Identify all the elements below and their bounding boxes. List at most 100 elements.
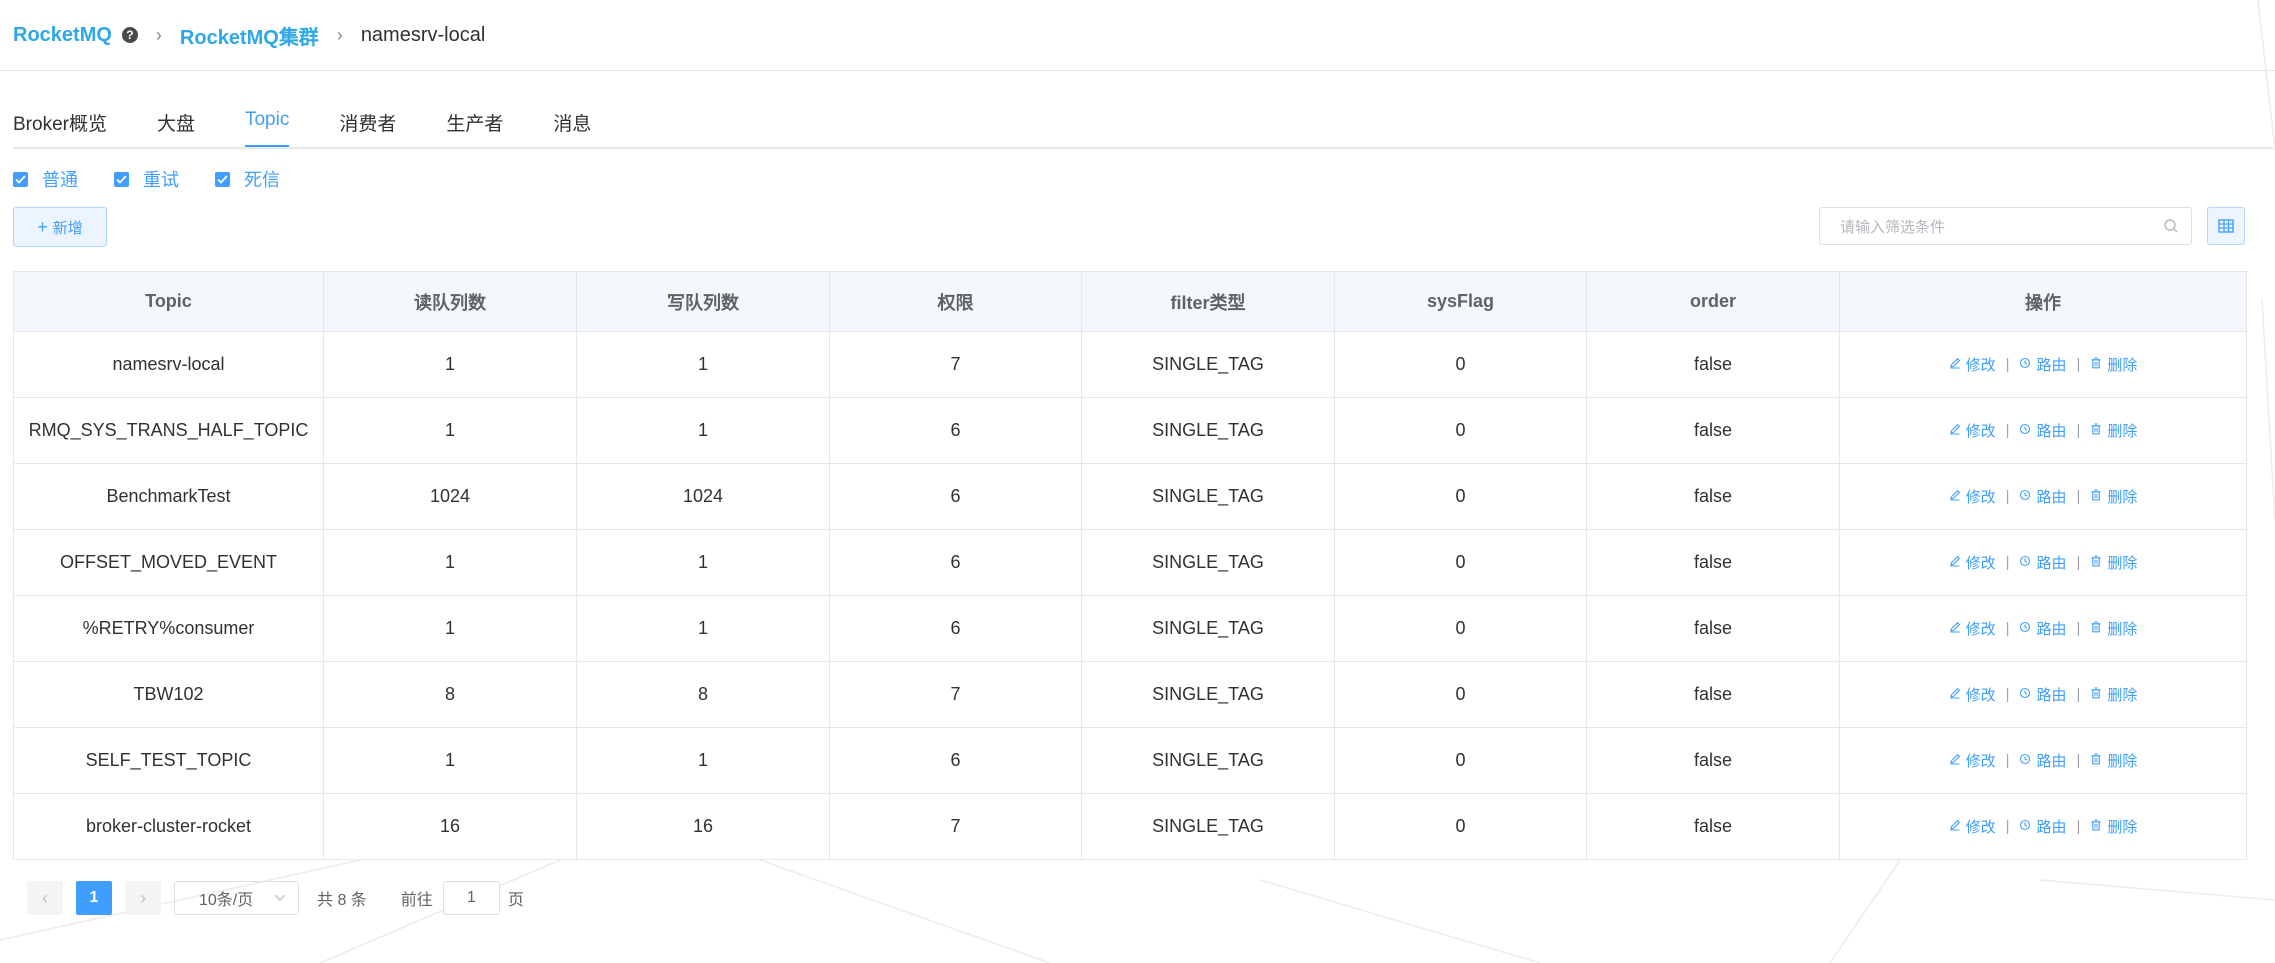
route-topic-button[interactable]: 路由 (2019, 486, 2067, 507)
cell-topic: broker-cluster-rocket (13, 793, 324, 860)
route-topic-button[interactable]: 路由 (2019, 816, 2067, 837)
cell-filter-type: SINGLE_TAG (1081, 661, 1335, 728)
filter-retry-checkbox[interactable]: 重试 (114, 166, 179, 192)
delete-icon (2090, 554, 2107, 571)
table-row: RMQ_SYS_TRANS_HALF_TOPIC 1 1 6 SINGLE_TAG 0 fa… (13, 397, 2247, 464)
delete-icon (2090, 752, 2107, 769)
column-header-read-queues[interactable]: 读队列数 (323, 271, 577, 332)
cell-actions: 修改 | 路由 | 删除 (1839, 331, 2247, 398)
search-input[interactable] (1838, 208, 2162, 246)
route-topic-button[interactable]: 路由 (2019, 354, 2067, 375)
help-icon[interactable]: ? (121, 27, 138, 43)
route-topic-button[interactable]: 路由 (2019, 420, 2067, 441)
edit-topic-button[interactable]: 修改 (1949, 486, 1996, 507)
table-row: BenchmarkTest 1024 1024 6 SINGLE_TAG 0 false 修改… (13, 463, 2247, 530)
column-header-sysflag[interactable]: sysFlag (1334, 271, 1587, 332)
cell-write-queues: 1 (576, 331, 830, 398)
delete-topic-button[interactable]: 删除 (2090, 816, 2137, 837)
action-divider: | (2076, 488, 2081, 505)
edit-topic-button[interactable]: 修改 (1949, 750, 1996, 771)
cell-sysflag: 0 (1334, 661, 1587, 728)
tab-consumer[interactable]: 消费者 (339, 101, 396, 145)
cell-topic: RMQ_SYS_TRANS_HALF_TOPIC (13, 397, 324, 464)
next-page-button[interactable]: › (125, 881, 161, 915)
breadcrumb: RocketMQ ? › RocketMQ集群 › namesrv-local (0, 0, 2275, 71)
add-topic-button[interactable]: + 新增 (13, 207, 107, 247)
edit-icon (1949, 554, 1966, 571)
cell-sysflag: 0 (1334, 793, 1587, 860)
delete-topic-button[interactable]: 删除 (2090, 750, 2137, 771)
edit-topic-button[interactable]: 修改 (1949, 618, 1996, 639)
edit-topic-button[interactable]: 修改 (1949, 816, 1996, 837)
breadcrumb-current: namesrv-local (360, 23, 486, 46)
page-number-button[interactable]: 1 (76, 881, 112, 915)
cell-filter-type: SINGLE_TAG (1081, 397, 1335, 464)
edit-label: 修改 (1965, 819, 1996, 836)
table-row: SELF_TEST_TOPIC 1 1 6 SINGLE_TAG 0 false 修改 | 路由 |… (13, 727, 2247, 794)
tab-topic[interactable]: Topic (244, 101, 290, 147)
breadcrumb-cluster[interactable]: RocketMQ集群 (180, 21, 319, 50)
cell-perm: 6 (829, 727, 1082, 794)
filter-normal-checkbox[interactable]: 普通 (13, 166, 78, 192)
add-topic-label: 新增 (52, 219, 83, 237)
tab-message[interactable]: 消息 (553, 101, 591, 145)
edit-topic-button[interactable]: 修改 (1949, 420, 1996, 441)
edit-topic-button[interactable]: 修改 (1949, 552, 1996, 573)
action-divider: | (2076, 356, 2081, 373)
action-divider: | (2076, 686, 2081, 703)
column-header-filter-type[interactable]: filter类型 (1081, 271, 1335, 332)
table-view-button[interactable] (2207, 207, 2245, 245)
delete-topic-button[interactable]: 删除 (2090, 354, 2137, 375)
cell-order: false (1586, 793, 1840, 860)
delete-topic-button[interactable]: 删除 (2090, 684, 2137, 705)
edit-icon (1949, 488, 1966, 505)
edit-topic-button[interactable]: 修改 (1949, 684, 1996, 705)
cell-perm: 6 (829, 595, 1082, 662)
filter-retry-label: 重试 (143, 170, 179, 190)
tab-broker-overview[interactable]: Broker概览 (13, 101, 107, 145)
delete-topic-button[interactable]: 删除 (2090, 552, 2137, 573)
cell-sysflag: 0 (1334, 727, 1587, 794)
breadcrumb-root[interactable]: RocketMQ (13, 24, 112, 47)
chevron-right-icon: › (336, 24, 343, 45)
delete-topic-button[interactable]: 删除 (2090, 618, 2137, 639)
filter-dlq-checkbox[interactable]: 死信 (215, 166, 280, 192)
column-header-order[interactable]: order (1586, 271, 1840, 332)
route-topic-button[interactable]: 路由 (2019, 618, 2067, 639)
route-label: 路由 (2036, 357, 2067, 374)
edit-icon (1949, 620, 1966, 637)
action-divider: | (2005, 554, 2010, 571)
column-header-perm[interactable]: 权限 (829, 271, 1082, 332)
route-topic-button[interactable]: 路由 (2019, 750, 2067, 771)
tab-producer[interactable]: 生产者 (446, 101, 503, 145)
chevron-right-icon: › (155, 24, 162, 45)
toolbar: + 新增 (0, 207, 2275, 249)
tab-dashboard[interactable]: 大盘 (157, 101, 195, 145)
search-icon[interactable] (2163, 218, 2179, 239)
filter-dlq-label: 死信 (244, 170, 280, 190)
cell-filter-type: SINGLE_TAG (1081, 463, 1335, 530)
cell-topic: TBW102 (13, 661, 324, 728)
checkbox-checked-icon (215, 171, 230, 187)
delete-label: 删除 (2107, 621, 2138, 638)
prev-page-button[interactable]: ‹ (27, 881, 63, 915)
route-topic-button[interactable]: 路由 (2019, 684, 2067, 705)
action-divider: | (2005, 620, 2010, 637)
delete-topic-button[interactable]: 删除 (2090, 420, 2137, 441)
cell-filter-type: SINGLE_TAG (1081, 529, 1335, 596)
action-divider: | (2076, 422, 2081, 439)
cell-actions: 修改 | 路由 | 删除 (1839, 595, 2247, 662)
topic-type-filters: 普通 重试 死信 (13, 167, 2275, 191)
column-header-write-queues[interactable]: 写队列数 (576, 271, 830, 332)
page-size-select[interactable]: 10条/页 (174, 881, 299, 915)
goto-page-input[interactable] (442, 881, 500, 915)
cell-topic: SELF_TEST_TOPIC (13, 727, 324, 794)
delete-topic-button[interactable]: 删除 (2090, 486, 2137, 507)
cell-filter-type: SINGLE_TAG (1081, 727, 1335, 794)
edit-topic-button[interactable]: 修改 (1949, 354, 1996, 375)
cell-write-queues: 1 (576, 529, 830, 596)
action-divider: | (2005, 752, 2010, 769)
route-topic-button[interactable]: 路由 (2019, 552, 2067, 573)
action-divider: | (2076, 752, 2081, 769)
column-header-topic[interactable]: Topic (13, 271, 324, 332)
